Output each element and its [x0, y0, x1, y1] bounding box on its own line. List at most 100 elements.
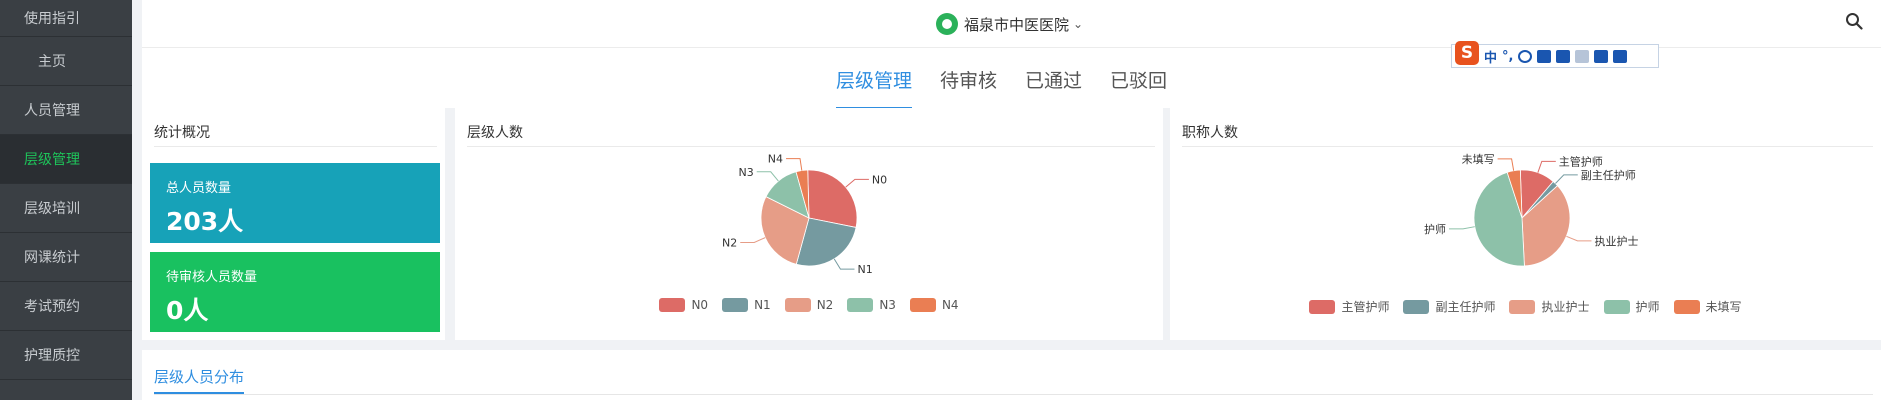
- divider: [467, 146, 1155, 147]
- divider: [154, 394, 1873, 395]
- pending-staff-value: 0人: [166, 296, 209, 325]
- hospital-name: 福泉市中医医院: [964, 15, 1070, 34]
- legend-swatch: [1403, 299, 1430, 314]
- legend-label: N4: [941, 298, 959, 312]
- stats-panel: 统计概况 总人员数量 203人 待审核人员数量 0人: [142, 108, 445, 340]
- level-distribution-tab[interactable]: 层级人员分布: [154, 366, 245, 394]
- sogou-logo-icon[interactable]: S: [1455, 41, 1479, 65]
- pie-label: 未填写: [1462, 152, 1495, 166]
- pie-label-line: [756, 171, 779, 182]
- pie-label-line: [833, 258, 855, 270]
- title-pie-chart: 主管护师副主任护师执业护士 护师 未填写: [1424, 152, 1638, 267]
- sidebar-item[interactable]: 人员管理: [0, 86, 132, 135]
- legend-item[interactable]: N0: [659, 298, 708, 312]
- divider: [1182, 146, 1873, 147]
- pie-label: N0: [872, 173, 887, 186]
- tab[interactable]: 已驳回: [1110, 66, 1167, 109]
- hospital-logo-icon: [936, 13, 958, 35]
- search-icon[interactable]: [1845, 12, 1863, 30]
- pie-label-line: [740, 237, 766, 244]
- pie-label: 副主任护师: [1581, 168, 1636, 182]
- grid-icon[interactable]: [1613, 49, 1628, 63]
- pie-label: 执业护士: [1594, 234, 1638, 248]
- legend-swatch: [659, 298, 686, 312]
- legend-label: N2: [816, 298, 834, 312]
- legend-item[interactable]: N1: [722, 298, 771, 312]
- ime-mode[interactable]: 中: [1484, 47, 1497, 66]
- title-chart-panel: 职称人数 主管护师 副主任护师 执业护士 护师 未填写 主管护师 副主任护师 执业护士 护师未…: [1170, 108, 1881, 340]
- total-staff-label: 总人员数量: [166, 181, 232, 196]
- legend-label: 执业护士: [1541, 300, 1590, 314]
- legend-swatch: [1309, 299, 1336, 314]
- legend-item[interactable]: N4: [909, 298, 959, 312]
- legend-swatch: [1603, 299, 1630, 314]
- sidebar: 使用指引 主页 人员管理 层级管理 层级培训 网课统计 考试预约 护理质控: [0, 0, 132, 400]
- microphone-icon[interactable]: [1537, 49, 1552, 63]
- legend-label: N0: [691, 298, 709, 312]
- keyboard-icon[interactable]: [1556, 49, 1571, 63]
- user-icon[interactable]: [1575, 49, 1590, 63]
- legend-swatch: [722, 298, 749, 312]
- legend-item[interactable]: 护师: [1603, 298, 1660, 315]
- pie-label: 主管护师: [1559, 154, 1603, 168]
- emoji-icon[interactable]: [1518, 49, 1533, 63]
- tab[interactable]: 层级管理: [836, 66, 913, 109]
- pie-label: N4: [768, 153, 783, 166]
- tabs: 层级管理 待审核 已通过 已驳回: [836, 66, 1167, 109]
- legend-label: 护师: [1635, 300, 1660, 314]
- title-chart-title: 职称人数: [1182, 125, 1238, 141]
- pie-label-line: [1566, 235, 1592, 242]
- pie-label: 护师: [1424, 222, 1446, 236]
- legend-item[interactable]: N2: [784, 298, 834, 312]
- title-chart-legend: 主管护师 副主任护师 执业护士 护师 未填写: [1170, 298, 1881, 315]
- legend-label: N1: [754, 298, 771, 312]
- hospital-selector[interactable]: 福泉市中医医院 ⌄: [936, 13, 1083, 35]
- tab[interactable]: 已通过: [1025, 66, 1082, 109]
- legend-swatch: [847, 298, 874, 312]
- sidebar-item[interactable]: 考试预约: [0, 282, 132, 331]
- shirt-icon[interactable]: [1594, 49, 1609, 63]
- legend-swatch: [784, 298, 811, 312]
- ime-toolbar[interactable]: S 中 °,: [1451, 41, 1659, 68]
- total-staff-value: 203人: [166, 207, 244, 236]
- pie-label-line: [1555, 174, 1578, 184]
- legend-label: 主管护师: [1341, 300, 1390, 314]
- pie-label-line: [1537, 160, 1556, 173]
- sidebar-item[interactable]: 网课统计: [0, 233, 132, 282]
- pending-staff-label: 待审核人员数量: [166, 270, 258, 285]
- level-chart-panel: 层级人数 N0 N1 N2 N3 N4 N0 N1 N2 N3 N4: [455, 108, 1163, 340]
- pending-staff-card: 待审核人员数量 0人: [150, 252, 440, 332]
- sidebar-item[interactable]: 主页: [0, 37, 132, 86]
- legend-item[interactable]: 主管护师: [1309, 298, 1389, 315]
- pie-label-line: [786, 158, 803, 171]
- legend-swatch: [909, 298, 936, 312]
- sidebar-item[interactable]: 层级管理: [0, 135, 132, 184]
- legend-label: N3: [879, 298, 896, 312]
- level-chart-title: 层级人数: [467, 125, 523, 141]
- pie-label-line: [845, 178, 869, 188]
- legend-swatch: [1509, 299, 1536, 314]
- tab[interactable]: 待审核: [940, 66, 997, 109]
- legend-item[interactable]: 执业护士: [1509, 298, 1590, 315]
- legend-item[interactable]: 未填写: [1673, 298, 1742, 315]
- ime-punct[interactable]: °,: [1502, 49, 1513, 64]
- pie-label: N3: [738, 166, 753, 179]
- legend-item[interactable]: N3: [847, 298, 896, 312]
- chevron-down-icon: ⌄: [1073, 17, 1084, 31]
- level-pie-chart: N0 N1 N2 N3 N4: [722, 153, 887, 276]
- stats-title: 统计概况: [154, 125, 210, 141]
- pie-label: N1: [857, 263, 872, 276]
- sidebar-item[interactable]: 护理质控: [0, 331, 132, 380]
- legend-swatch: [1673, 299, 1700, 314]
- sidebar-item[interactable]: 层级培训: [0, 184, 132, 233]
- legend-item[interactable]: 副主任护师: [1403, 298, 1495, 315]
- level-chart-legend: N0 N1 N2 N3 N4: [455, 298, 1163, 312]
- pie-label: N2: [722, 237, 737, 250]
- pie-label-line: [1497, 158, 1515, 171]
- legend-label: 副主任护师: [1435, 300, 1496, 314]
- pie-label-line: [1448, 226, 1475, 230]
- divider: [154, 146, 437, 147]
- top-bar: 福泉市中医医院 ⌄: [142, 0, 1881, 48]
- sidebar-item[interactable]: 使用指引: [0, 0, 132, 37]
- legend-label: 未填写: [1705, 300, 1742, 314]
